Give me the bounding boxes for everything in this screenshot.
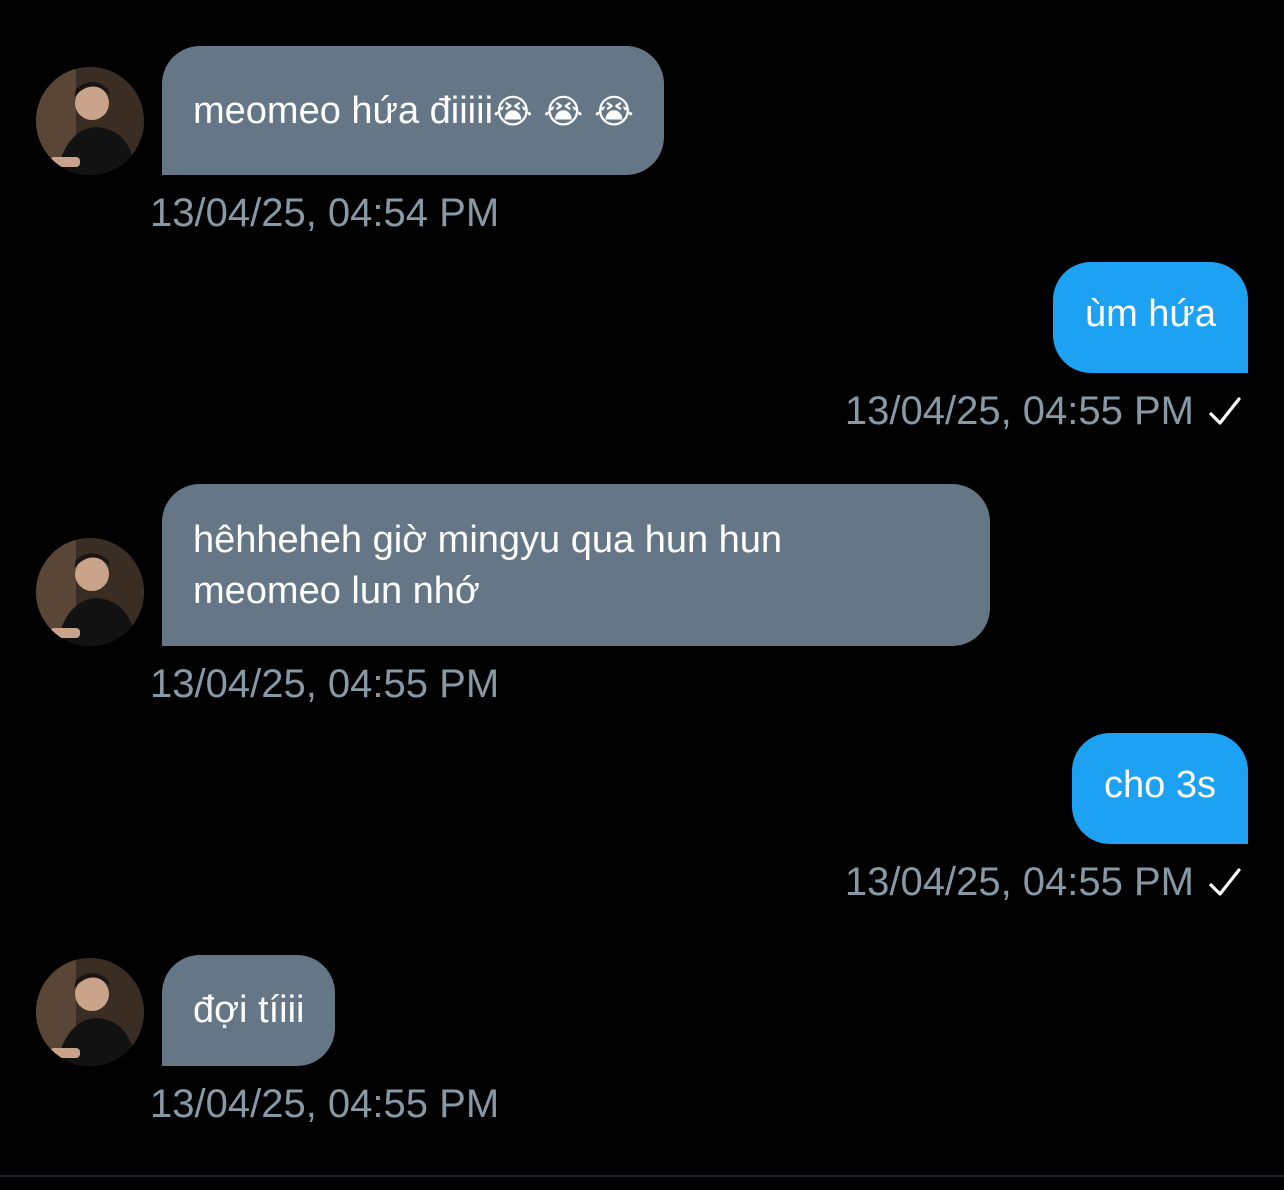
contact-avatar[interactable]: [36, 67, 144, 175]
message-text: cho 3s: [1104, 764, 1216, 806]
contact-avatar[interactable]: [36, 538, 144, 646]
received-message-bubble[interactable]: đợi tíiii: [162, 955, 335, 1066]
message-timestamp: 13/04/25, 04:55 PM: [150, 1082, 500, 1126]
message-text: ùm hứa: [1084, 293, 1216, 335]
contact-avatar[interactable]: [36, 958, 144, 1066]
received-message-bubble[interactable]: hêhheheh giờ mingyu qua hun hun meomeo l…: [162, 484, 990, 646]
avatar-photo-icon: [36, 67, 144, 175]
message-timestamp: 13/04/25, 04:55 PM: [844, 860, 1194, 904]
avatar-photo-icon: [36, 538, 144, 646]
crying-emoji-icon: 😭 😭 😭: [493, 92, 634, 132]
sent-message-bubble[interactable]: cho 3s: [1072, 733, 1248, 844]
avatar-photo-icon: [36, 958, 144, 1066]
sent-message-bubble[interactable]: ùm hứa: [1052, 262, 1248, 373]
message-text-line: hêhheheh giờ mingyu qua hun hun: [193, 519, 783, 561]
checkmark-icon: [1209, 397, 1241, 425]
message-timestamp: 13/04/25, 04:54 PM: [150, 191, 500, 235]
message-timestamp: 13/04/25, 04:55 PM: [844, 389, 1194, 433]
received-message-bubble[interactable]: meomeo hứa điiiii😭 😭 😭: [162, 46, 664, 175]
message-text: đợi tíiii: [193, 989, 305, 1031]
composer-divider: [0, 1175, 1284, 1177]
message-text-line: meomeo lun nhớ: [193, 570, 480, 612]
message-timestamp: 13/04/25, 04:55 PM: [150, 662, 500, 706]
message-text: meomeo hứa điiiii: [193, 90, 494, 132]
checkmark-icon: [1209, 868, 1241, 896]
